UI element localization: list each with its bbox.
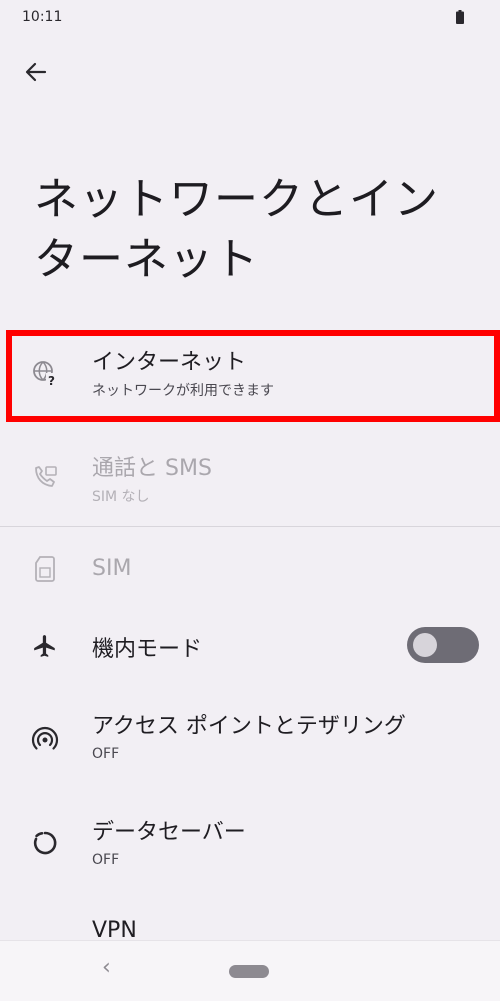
nav-home-button[interactable] xyxy=(229,965,269,978)
highlight-box xyxy=(6,330,500,422)
settings-item-subtitle: OFF xyxy=(92,852,120,868)
phone-message-icon xyxy=(30,462,60,492)
settings-item-calls-sms[interactable]: 通話と SMS SIM なし xyxy=(0,440,500,520)
battery-icon xyxy=(456,10,464,24)
status-bar: 10:11 xyxy=(0,0,500,36)
back-button[interactable] xyxy=(16,52,56,92)
settings-item-title: 機内モード xyxy=(92,637,203,662)
airplane-mode-toggle[interactable] xyxy=(407,627,479,663)
toggle-knob xyxy=(413,633,437,657)
settings-item-subtitle: OFF xyxy=(92,746,120,762)
settings-item-vpn[interactable]: VPN xyxy=(0,910,500,950)
hotspot-icon xyxy=(30,724,60,754)
settings-item-subtitle: SIM なし xyxy=(92,489,150,505)
page-title: ネットワークとイン ターネット xyxy=(34,170,474,290)
settings-item-title: SIM xyxy=(92,556,132,581)
section-divider xyxy=(0,526,500,527)
data-saver-icon xyxy=(30,828,60,858)
airplane-icon xyxy=(30,631,60,661)
page-title-line2: ターネット xyxy=(34,234,259,285)
settings-item-title: 通話と SMS xyxy=(92,456,212,481)
settings-item-data-saver[interactable]: データセーバー OFF xyxy=(0,812,500,892)
settings-item-hotspot[interactable]: アクセス ポイントとテザリング OFF xyxy=(0,700,500,780)
navigation-bar: ‹ xyxy=(0,940,500,1001)
settings-item-title: データセーバー xyxy=(92,820,246,845)
arrow-back-icon xyxy=(25,62,47,82)
sim-card-icon xyxy=(30,554,60,584)
settings-item-title: アクセス ポイントとテザリング xyxy=(92,714,406,739)
status-time: 10:11 xyxy=(22,9,63,25)
settings-item-sim[interactable]: SIM xyxy=(0,540,500,600)
page-title-line1: ネットワークとイン xyxy=(34,174,439,225)
nav-back-button[interactable]: ‹ xyxy=(102,955,111,980)
